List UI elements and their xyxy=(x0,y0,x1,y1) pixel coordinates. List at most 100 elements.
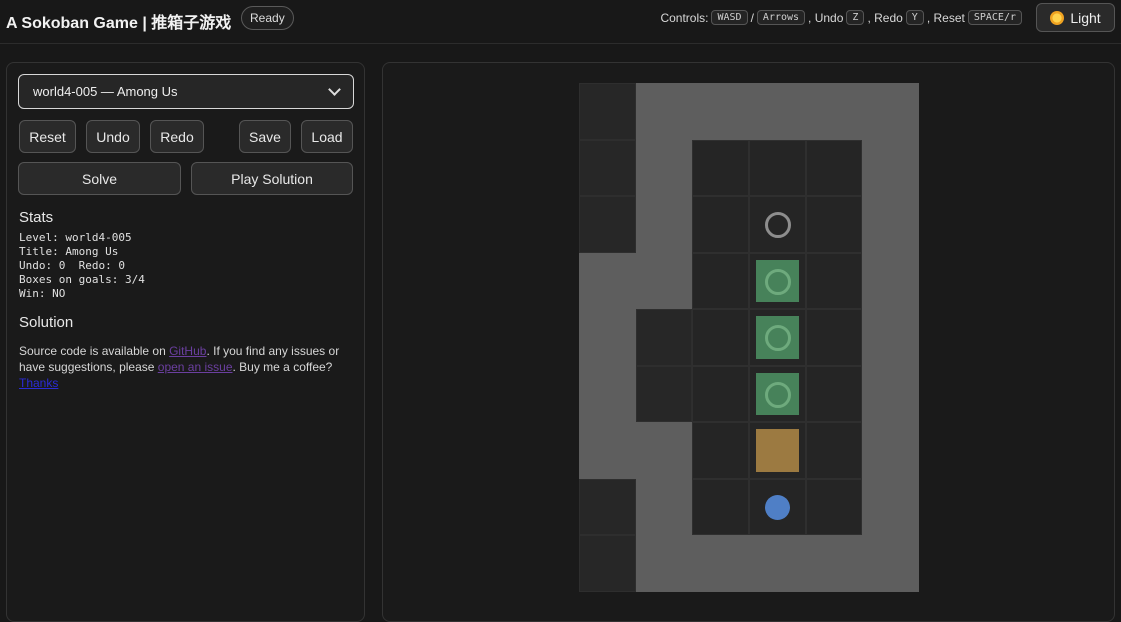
status-badge: Ready xyxy=(241,6,294,30)
wall-tile xyxy=(635,535,693,592)
footer-text-1: Source code is available on xyxy=(19,344,170,358)
wall-tile xyxy=(862,252,919,310)
floor-tile xyxy=(748,365,806,423)
box-on-goal xyxy=(755,316,799,359)
wall-tile xyxy=(862,139,919,197)
box-on-goal xyxy=(755,259,799,303)
goal-icon xyxy=(765,325,792,352)
kbd-arrows: Arrows xyxy=(756,10,806,25)
goal-icon xyxy=(765,212,792,239)
board-panel xyxy=(382,62,1115,622)
floor-tile xyxy=(692,309,749,366)
slash-separator: / xyxy=(750,10,754,25)
stats-undo-redo: Undo: 0 Redo: 0 xyxy=(19,259,125,272)
floor-tile xyxy=(692,365,749,423)
wall-tile xyxy=(862,478,919,536)
footer-text-3: . Buy me a coffee? xyxy=(232,360,333,374)
kbd-undo: Z xyxy=(846,10,865,25)
thanks-link[interactable]: Thanks xyxy=(19,376,58,390)
theme-toggle-label: Light xyxy=(1070,9,1101,26)
box-on-goal xyxy=(755,372,799,416)
wall-tile xyxy=(692,83,749,140)
outside-tile xyxy=(579,478,636,536)
floor-tile xyxy=(805,422,863,479)
stats-win: Win: NO xyxy=(19,287,66,300)
game-board[interactable] xyxy=(579,83,919,592)
sun-icon xyxy=(1050,10,1065,25)
floor-tile xyxy=(748,478,806,536)
stats-title: Title: Among Us xyxy=(19,245,119,258)
redo-button[interactable]: Redo xyxy=(150,120,204,153)
floor-tile xyxy=(692,478,749,536)
wall-tile xyxy=(579,422,636,479)
top-bar: A Sokoban Game | 推箱子游戏 Ready Controls: W… xyxy=(0,0,1121,44)
controls-label: Controls: xyxy=(660,10,709,25)
play-solution-button[interactable]: Play Solution xyxy=(191,162,353,195)
wall-tile xyxy=(805,535,863,592)
floor-tile xyxy=(805,309,863,366)
save-button[interactable]: Save xyxy=(239,120,291,153)
wall-tile xyxy=(635,83,693,140)
chevron-down-icon xyxy=(328,83,341,96)
reset-button[interactable]: Reset xyxy=(19,120,76,153)
floor-tile xyxy=(805,139,863,197)
theme-toggle-button[interactable]: Light xyxy=(1036,3,1115,32)
floor-tile xyxy=(805,252,863,310)
kbd-wasd: WASD xyxy=(711,10,748,25)
undo-button[interactable]: Undo xyxy=(86,120,140,153)
floor-tile xyxy=(805,478,863,536)
app-title: A Sokoban Game | 推箱子游戏 xyxy=(6,15,232,32)
wall-tile xyxy=(748,83,806,140)
wall-tile xyxy=(635,139,693,197)
goal-icon xyxy=(765,268,792,295)
floor-tile xyxy=(748,252,806,310)
solve-button[interactable]: Solve xyxy=(18,162,181,195)
level-select-value: world4-005 — Among Us xyxy=(33,84,178,99)
footer-text: Source code is available on GitHub. If y… xyxy=(19,343,349,391)
goal-icon xyxy=(765,382,792,408)
stats-level: Level: world4-005 xyxy=(19,231,132,244)
floor-tile xyxy=(748,422,806,479)
outside-tile xyxy=(579,196,636,253)
stats-block: Level: world4-005 Title: Among Us Undo: 0 … xyxy=(19,231,145,301)
floor-tile xyxy=(805,196,863,253)
floor-tile xyxy=(692,196,749,253)
level-select[interactable]: world4-005 — Among Us xyxy=(18,74,354,109)
github-link[interactable]: GitHub xyxy=(169,344,206,358)
floor-tile xyxy=(692,252,749,310)
outside-tile xyxy=(579,535,636,592)
outside-tile xyxy=(579,83,636,140)
controls-help: Controls: WASD / Arrows , Undo Z , Redo … xyxy=(660,10,1023,25)
open-issue-link[interactable]: open an issue xyxy=(158,360,233,374)
wall-tile xyxy=(862,196,919,253)
floor-tile xyxy=(805,365,863,423)
wall-tile xyxy=(862,422,919,479)
wall-tile xyxy=(748,535,806,592)
outside-tile xyxy=(579,139,636,197)
wall-tile xyxy=(692,535,749,592)
player-icon xyxy=(764,494,790,520)
floor-tile xyxy=(748,139,806,197)
wall-tile xyxy=(579,365,636,423)
wall-tile xyxy=(579,309,636,366)
wall-tile xyxy=(635,478,693,536)
stats-heading: Stats xyxy=(19,209,54,226)
wall-tile xyxy=(579,252,636,310)
outside-tile xyxy=(635,309,693,366)
load-button[interactable]: Load xyxy=(301,120,353,153)
wall-tile xyxy=(635,196,693,253)
undo-hint-label: , Undo xyxy=(808,10,844,25)
wall-tile xyxy=(862,83,919,140)
floor-tile xyxy=(748,196,806,253)
outside-tile xyxy=(635,365,693,423)
reset-hint-label: , Reset xyxy=(926,10,965,25)
floor-tile xyxy=(692,139,749,197)
box xyxy=(755,429,799,472)
solution-heading: Solution xyxy=(19,314,74,331)
kbd-redo: Y xyxy=(905,10,924,25)
wall-tile xyxy=(862,309,919,366)
wall-tile xyxy=(805,83,863,140)
redo-hint-label: , Redo xyxy=(867,10,903,25)
floor-tile xyxy=(748,309,806,366)
stats-boxes: Boxes on goals: 3/4 xyxy=(19,273,145,286)
